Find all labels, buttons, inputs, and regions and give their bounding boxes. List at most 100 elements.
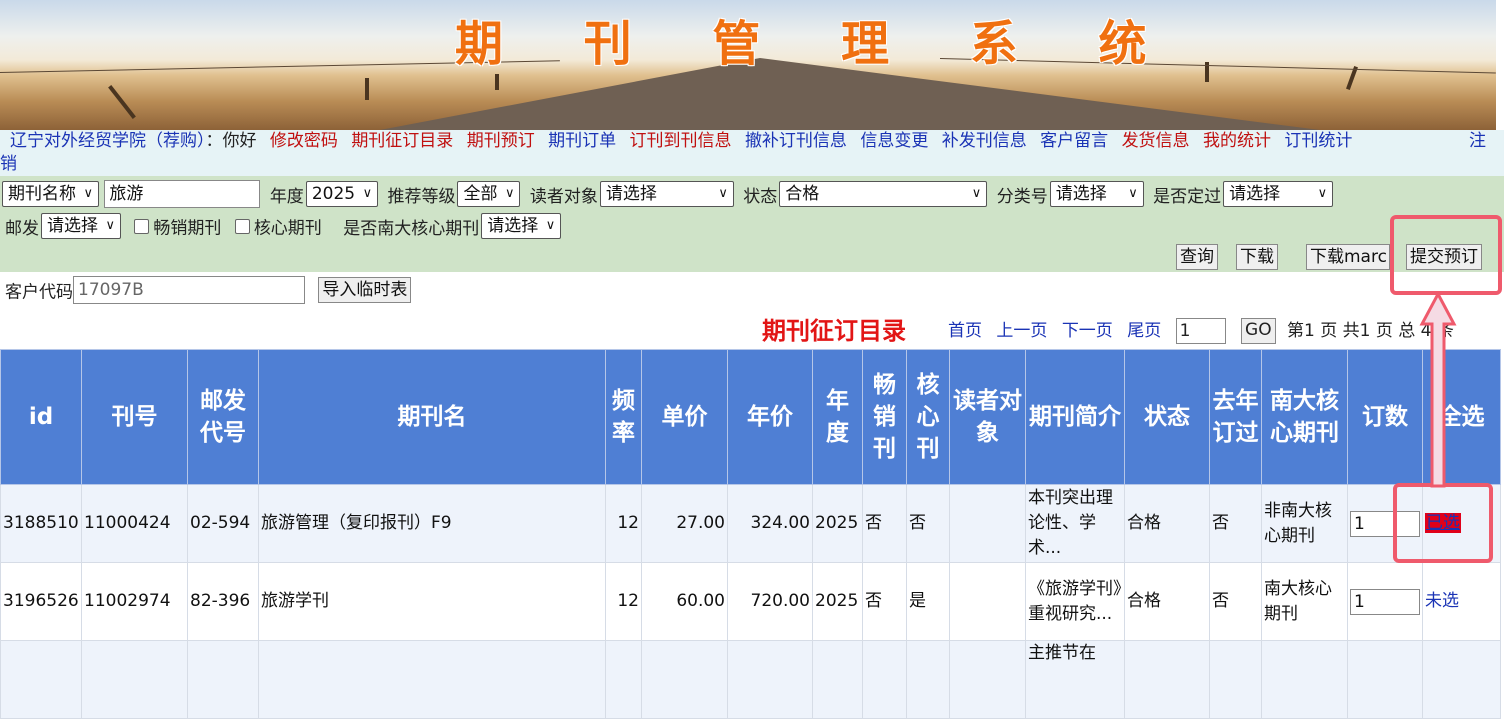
col-freq[interactable]: 频率 [605,349,642,485]
page-input[interactable]: 1 [1175,318,1226,344]
status-select[interactable]: 合格 ∨ [779,181,988,207]
col-status[interactable]: 状态 [1124,349,1210,485]
cell-nanda: 非南大核心期刊 [1261,484,1348,563]
col-youfa[interactable]: 邮发代号 [187,349,259,485]
cell-core: 是 [906,562,950,641]
greeting-text: ：你好 [205,131,257,151]
cell-status: 合格 [1124,562,1210,641]
col-year[interactable]: 年度 [812,349,863,485]
filter-row-2: 邮发 请选择 ∨ 畅销期刊 核心期刊 是否南大核心期刊 请选择 ∨ [2,213,562,239]
chevron-down-icon: ∨ [1317,186,1328,201]
top-nav: 辽宁对外经贸学院（荐购）：你好 修改密码 期刊征订目录 期刊预订 期刊订单 订刊… [0,130,1504,176]
download-marc-button[interactable]: 下载marc [1306,244,1390,270]
table-row: 3188510 11000424 02-594 旅游管理（复印报刊）F9 12 … [0,484,1501,563]
highlight-box [1393,483,1493,563]
unselected-link[interactable]: 未选 [1425,591,1459,611]
level-select[interactable]: 全部 ∨ [457,181,521,207]
client-code-input[interactable]: 17097B [73,276,305,304]
logout-link[interactable]: 注 [1469,130,1486,153]
nav-messages[interactable]: 客户留言 [1040,131,1108,151]
col-id[interactable]: id [0,349,82,485]
col-kanhao[interactable]: 刊号 [81,349,188,485]
catalog-table: id 刊号 邮发代号 期刊名 频率 单价 年价 年度 畅销刊 核心刊 读者对象 … [0,349,1501,719]
cell-qty: 1 [1347,562,1423,641]
col-qty[interactable]: 订数 [1347,349,1423,485]
nav-my-stats[interactable]: 我的统计 [1203,131,1271,151]
cell-core: 否 [906,484,950,563]
fence-post [365,78,369,100]
col-nanda[interactable]: 南大核心期刊 [1261,349,1348,485]
chevron-down-icon: ∨ [362,186,373,201]
nav-cancel-info[interactable]: 撤补订刊信息 [745,131,847,151]
bestseller-checkbox[interactable] [134,218,150,234]
chevron-down-icon: ∨ [545,218,556,233]
nav-orders[interactable]: 期刊订单 [548,131,616,151]
cell-name: 旅游管理（复印报刊）F9 [258,484,606,563]
cell-last-year: 否 [1209,484,1262,563]
institution-link[interactable]: 辽宁对外经贸学院（荐购） [10,131,206,151]
highlight-box [1390,215,1502,295]
last-page-link[interactable]: 尾页 [1127,321,1161,341]
chevron-down-icon: ∨ [83,186,93,201]
pager: 首页 上一页 下一页 尾页 1 GO 第1 页 共1 页 总 4 条 [948,316,1454,344]
cell-reader [949,484,1026,563]
query-button[interactable]: 查询 [1176,244,1218,270]
keyword-input[interactable]: 旅游 [104,180,261,208]
cell-bestseller: 否 [862,484,907,563]
prev-page-link[interactable]: 上一页 [996,321,1047,341]
year-select[interactable]: 2025 ∨ [305,181,379,207]
filter-row-1: 期刊名称 ∨ 旅游 年度 2025 ∨ 推荐等级 全部 ∨ 读者对象 请选择 ∨ 状态 合格 ∨ … [2,180,1334,208]
chevron-down-icon: ∨ [718,186,728,201]
client-code-label: 客户代码 [5,282,73,303]
cell-intro: 《旅游学刊》重视研究... [1025,562,1125,641]
cell-id: 3196526 [0,562,82,641]
fence-post [495,74,499,90]
nav-shipping[interactable]: 发货信息 [1122,131,1190,151]
qty-input[interactable]: 1 [1350,588,1420,615]
cell-last-year: 否 [1209,562,1262,641]
cell-freq: 12 [605,484,642,563]
cell-name: 旅游学刊 [258,562,606,641]
nav-order-stats[interactable]: 订刊统计 [1284,131,1352,151]
reader-label: 读者对象 [529,186,598,207]
download-button[interactable]: 下载 [1236,244,1278,270]
col-price[interactable]: 单价 [641,349,728,485]
client-row: 客户代码 17097B 导入临时表 [5,276,412,304]
next-page-link[interactable]: 下一页 [1062,321,1113,341]
col-intro[interactable]: 期刊简介 [1025,349,1125,485]
import-temp-button[interactable]: 导入临时表 [318,277,412,303]
nav-preorder[interactable]: 期刊预订 [467,131,535,151]
nanda-label: 是否南大核心期刊 [343,218,480,239]
core-checkbox[interactable] [234,218,250,234]
col-core[interactable]: 核心刊 [906,349,950,485]
logout-link-cont[interactable]: 销 [0,153,17,176]
nav-catalog[interactable]: 期刊征订目录 [351,131,453,151]
post-select[interactable]: 请选择 ∨ [41,213,121,239]
reader-select[interactable]: 请选择 ∨ [599,181,734,207]
col-reader[interactable]: 读者对象 [949,349,1026,485]
cell-nanda: 南大核心期刊 [1261,562,1348,641]
cell-kanhao: 11000424 [81,484,188,563]
nav-reissue-info[interactable]: 补发刊信息 [942,131,1027,151]
nav-info-change[interactable]: 信息变更 [860,131,928,151]
first-page-link[interactable]: 首页 [948,321,982,341]
col-last-year[interactable]: 去年订过 [1209,349,1262,485]
cell-year: 2025 [812,562,863,641]
field-select[interactable]: 期刊名称 ∨ [2,181,99,207]
col-bestseller[interactable]: 畅销刊 [862,349,907,485]
go-button[interactable]: GO [1241,318,1276,344]
cell-reader [949,562,1026,641]
nav-change-password[interactable]: 修改密码 [270,131,338,151]
class-select[interactable]: 请选择 ∨ [1049,181,1144,207]
nav-line: 辽宁对外经贸学院（荐购）：你好 修改密码 期刊征订目录 期刊预订 期刊订单 订刊… [10,130,1360,153]
table-header-row: id 刊号 邮发代号 期刊名 频率 单价 年价 年度 畅销刊 核心刊 读者对象 … [0,349,1501,485]
col-annual[interactable]: 年价 [727,349,813,485]
col-name[interactable]: 期刊名 [258,349,606,485]
nav-arrival-info[interactable]: 订刊到刊信息 [630,131,732,151]
cell-annual: 324.00 [727,484,813,563]
table-row: 3196526 11002974 82-396 旅游学刊 12 60.00 72… [0,562,1501,641]
fixed-select[interactable]: 请选择 ∨ [1223,181,1334,207]
cell-year: 2025 [812,484,863,563]
fence-post [108,85,136,119]
nanda-select[interactable]: 请选择 ∨ [481,213,562,239]
